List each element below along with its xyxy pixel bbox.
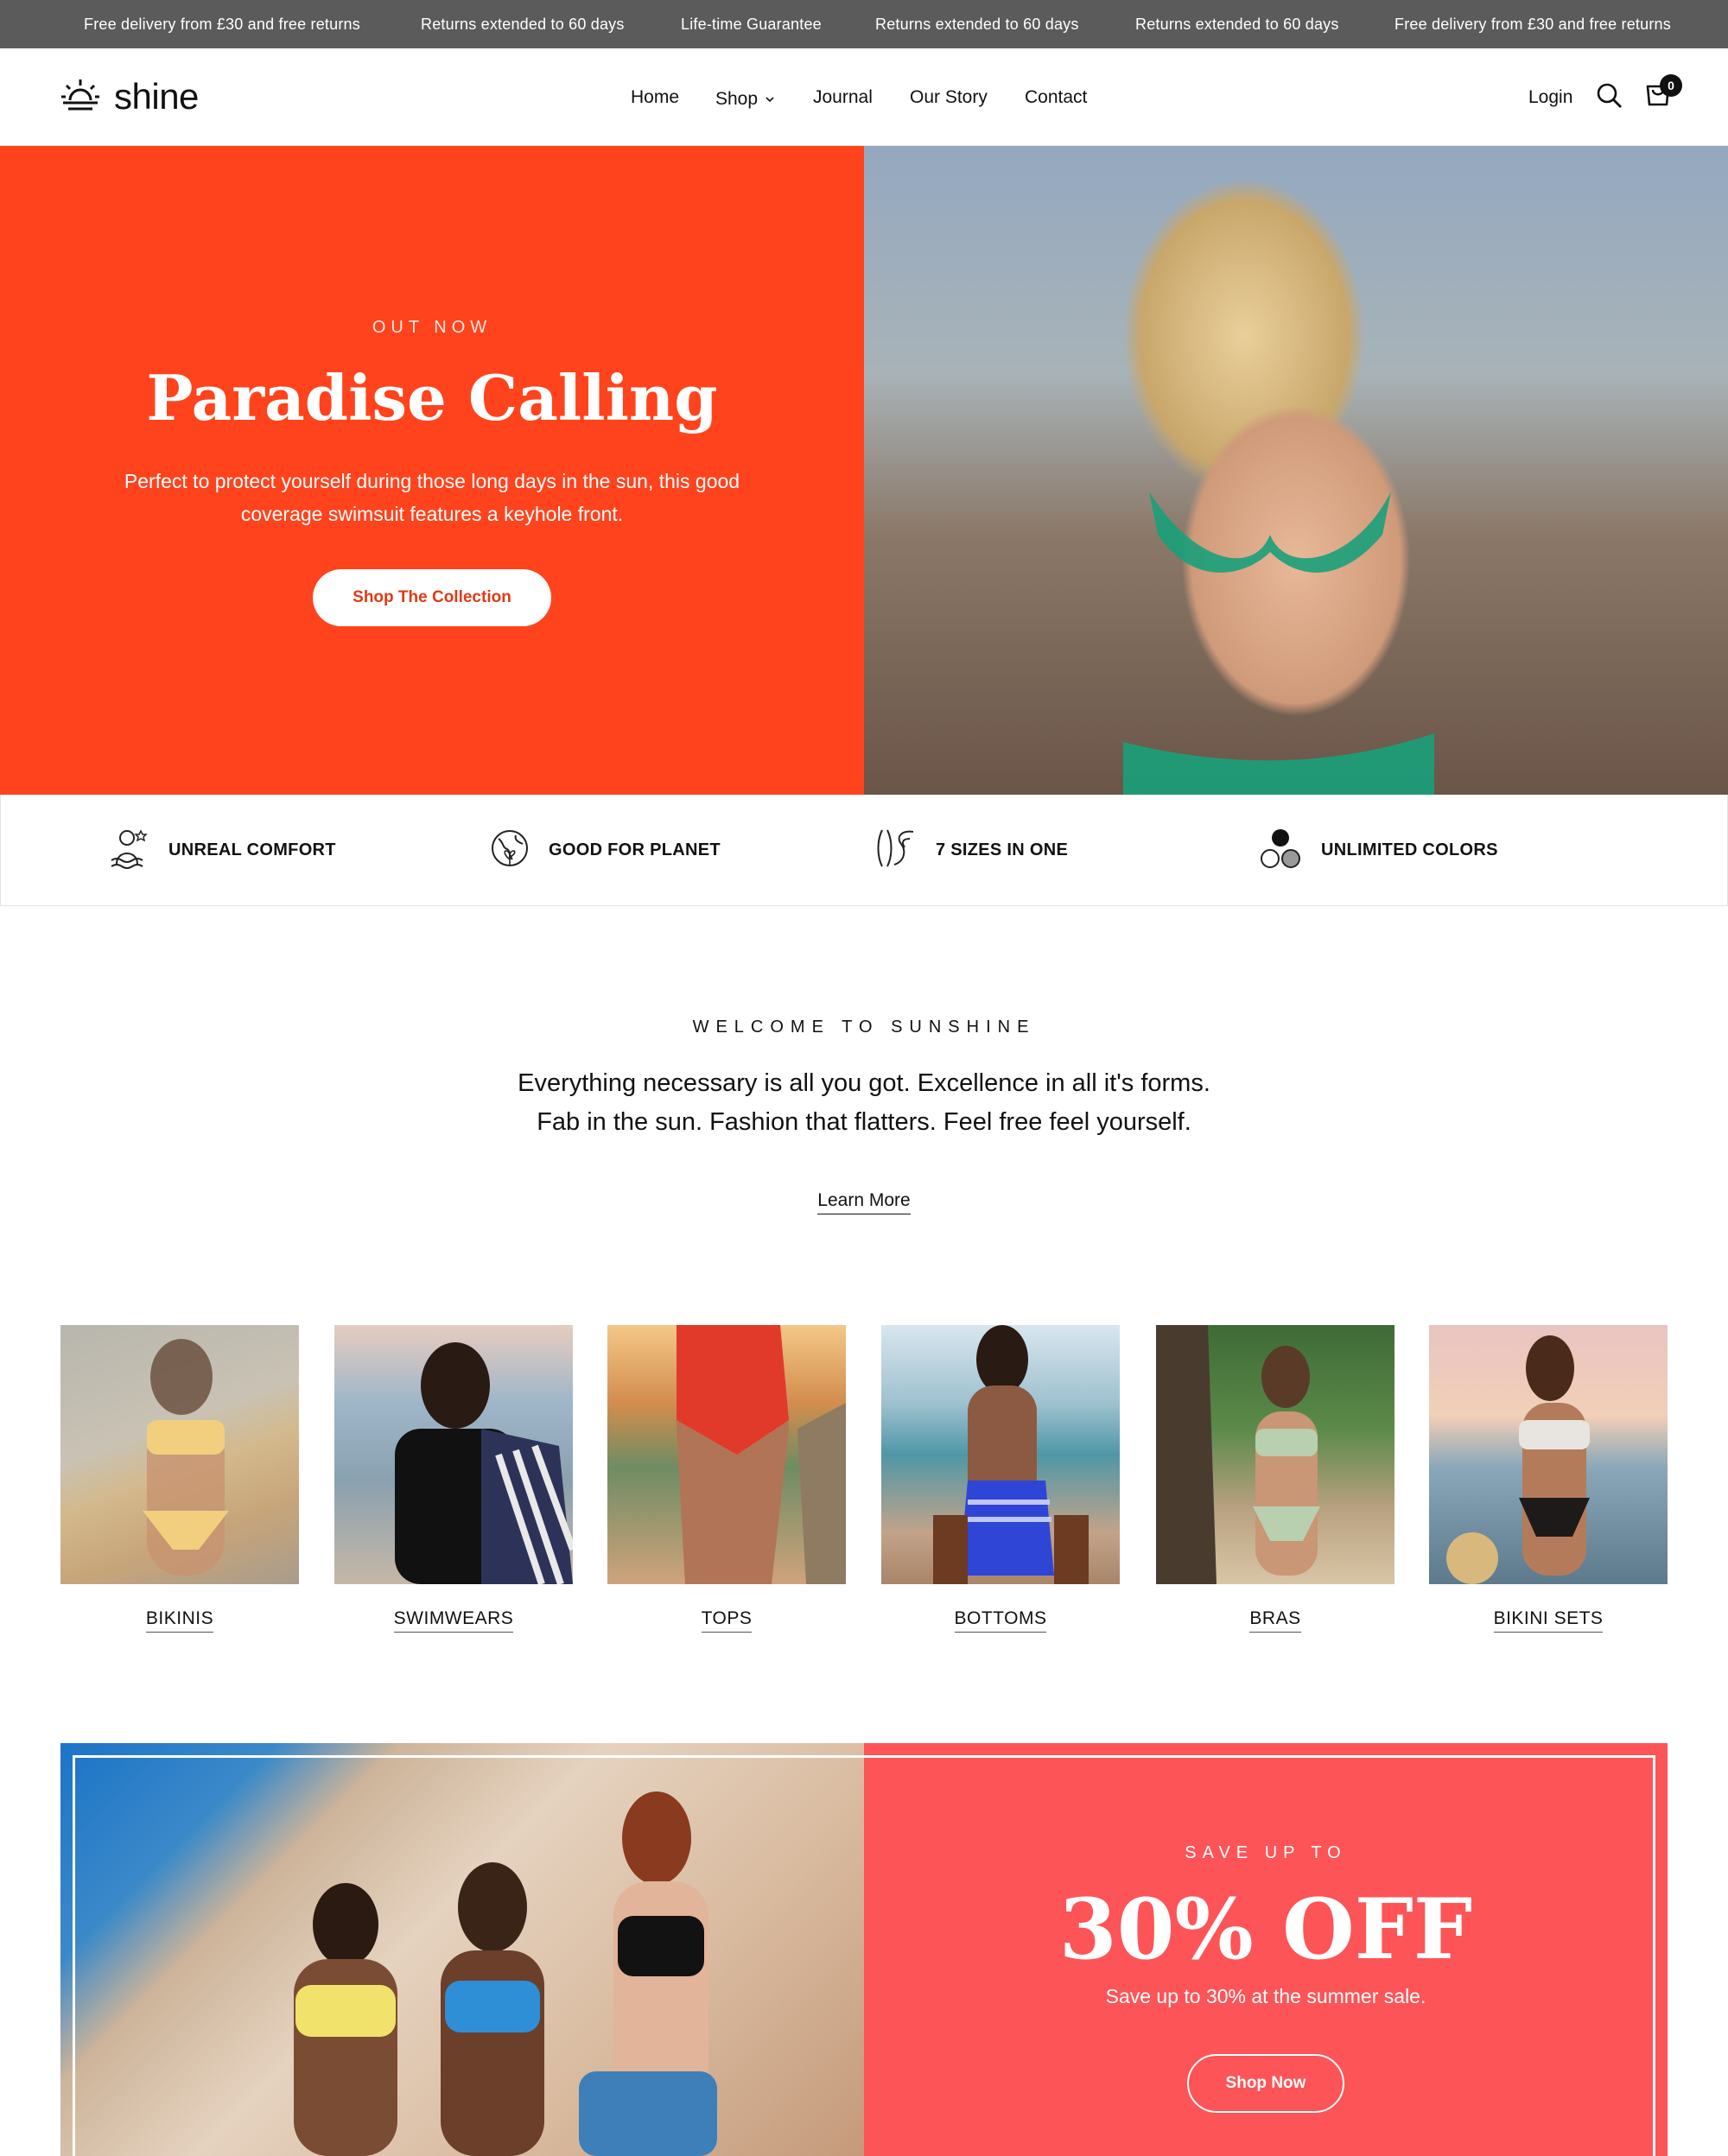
category-name[interactable]: BOTTOMS bbox=[954, 1608, 1047, 1633]
welcome-line: Everything necessary is all you got. Exc… bbox=[518, 1069, 1210, 1097]
category-name-container: BOTTOMS bbox=[881, 1608, 1120, 1633]
planet-icon bbox=[490, 828, 530, 872]
category-name-container: BRAS bbox=[1156, 1608, 1394, 1633]
nav-home[interactable]: Home bbox=[631, 86, 679, 109]
swimsuit-top-shape bbox=[1149, 491, 1391, 573]
category-card[interactable]: BRAS bbox=[1156, 1325, 1394, 1633]
hero-title: Paradise Calling bbox=[146, 361, 718, 434]
shop-now-button[interactable]: Shop Now bbox=[1187, 2054, 1344, 2113]
category-card[interactable]: BOTTOMS bbox=[881, 1325, 1120, 1633]
feature-item: UNREAL COMFORT bbox=[108, 828, 336, 872]
nav-shop[interactable]: Shop bbox=[715, 86, 775, 111]
promo-image bbox=[60, 1743, 864, 2156]
category-image[interactable] bbox=[1429, 1325, 1668, 1584]
category-name[interactable]: BIKINIS bbox=[145, 1608, 214, 1633]
category-name[interactable]: BIKINI SETS bbox=[1493, 1608, 1604, 1633]
site-header: shine Home Shop Journal Our Story Contac… bbox=[0, 48, 1728, 146]
announcement-message: Life-time Guarantee bbox=[681, 16, 822, 33]
learn-more-link[interactable]: Learn More bbox=[817, 1190, 911, 1214]
search-icon[interactable] bbox=[1597, 83, 1623, 113]
category-name[interactable]: BRAS bbox=[1249, 1608, 1301, 1633]
category-name[interactable]: TOPS bbox=[701, 1608, 753, 1633]
comfort-icon bbox=[108, 826, 149, 875]
welcome-line: Fab in the sun. Fashion that flatters. F… bbox=[537, 1108, 1191, 1136]
welcome-eyebrow: WELCOME TO SUNSHINE bbox=[692, 1018, 1036, 1037]
login-link[interactable]: Login bbox=[1528, 86, 1572, 109]
feature-item: 7 SIZES IN ONE bbox=[875, 828, 1068, 872]
feature-label: UNLIMITED COLORS bbox=[1321, 840, 1498, 859]
feature-label: GOOD FOR PLANET bbox=[549, 840, 721, 859]
nav-shop-label: Shop bbox=[715, 89, 759, 109]
promo-description: Save up to 30% at the summer sale. bbox=[1105, 1985, 1426, 2007]
promo-title: 30% OFF bbox=[1058, 1880, 1473, 1978]
category-card[interactable]: BIKINIS bbox=[60, 1325, 299, 1633]
announcement-message: Returns extended to 60 days bbox=[421, 16, 625, 33]
chevron-down-icon bbox=[765, 86, 775, 109]
feature-strip: UNREAL COMFORT GOOD FOR PLANET 7 SIZES I… bbox=[0, 795, 1728, 906]
announcement-message: Free delivery from £30 and free returns bbox=[84, 16, 360, 33]
swimsuit-bottom-shape bbox=[1123, 733, 1434, 795]
learn-more-container: Learn More bbox=[0, 1190, 1728, 1214]
promo-banner: SAVE UP TO 30% OFF Save up to 30% at the… bbox=[60, 1743, 1668, 2156]
hero-image bbox=[864, 146, 1728, 795]
hero-eyebrow: OUT NOW bbox=[372, 318, 492, 337]
feature-item: UNLIMITED COLORS bbox=[1259, 828, 1498, 872]
cart-count-badge: 0 bbox=[1660, 74, 1682, 97]
promo-panel: SAVE UP TO 30% OFF Save up to 30% at the… bbox=[864, 1743, 1668, 2156]
hero-description: Perfect to protect yourself during those… bbox=[124, 470, 740, 525]
welcome-text: Everything necessary is all you got. Exc… bbox=[432, 1064, 1296, 1142]
shop-collection-button[interactable]: Shop The Collection bbox=[313, 569, 551, 626]
category-image[interactable] bbox=[1156, 1325, 1394, 1584]
category-name-container: TOPS bbox=[607, 1608, 846, 1633]
feature-label: UNREAL COMFORT bbox=[168, 840, 336, 859]
nav-our-story[interactable]: Our Story bbox=[910, 86, 988, 109]
nav-journal[interactable]: Journal bbox=[813, 86, 873, 109]
category-name-container: SWIMWEARS bbox=[334, 1608, 573, 1633]
colors-icon bbox=[1259, 828, 1302, 873]
promo-eyebrow: SAVE UP TO bbox=[1185, 1843, 1347, 1862]
category-card[interactable]: TOPS bbox=[607, 1325, 846, 1633]
announcement-message: Returns extended to 60 days bbox=[875, 16, 1079, 33]
category-card[interactable]: BIKINI SETS bbox=[1429, 1325, 1668, 1633]
category-image[interactable] bbox=[334, 1325, 573, 1584]
category-image[interactable] bbox=[881, 1325, 1120, 1584]
category-name-container: BIKINIS bbox=[60, 1608, 299, 1633]
category-image[interactable] bbox=[607, 1325, 846, 1584]
category-name[interactable]: SWIMWEARS bbox=[393, 1608, 514, 1633]
category-card[interactable]: SWIMWEARS bbox=[334, 1325, 573, 1633]
announcement-message: Free delivery from £30 and free returns bbox=[1394, 16, 1671, 33]
category-image[interactable] bbox=[60, 1325, 299, 1584]
feature-item: GOOD FOR PLANET bbox=[490, 828, 721, 872]
nav-contact[interactable]: Contact bbox=[1025, 86, 1087, 109]
category-name-container: BIKINI SETS bbox=[1429, 1608, 1668, 1633]
announcement-message: Returns extended to 60 days bbox=[1135, 16, 1339, 33]
announcement-bar: Free delivery from £30 and free returns … bbox=[0, 0, 1728, 48]
feature-label: 7 SIZES IN ONE bbox=[936, 840, 1069, 859]
sizes-icon bbox=[875, 827, 917, 874]
main-nav: Home Shop Journal Our Story Contact bbox=[0, 86, 1728, 109]
